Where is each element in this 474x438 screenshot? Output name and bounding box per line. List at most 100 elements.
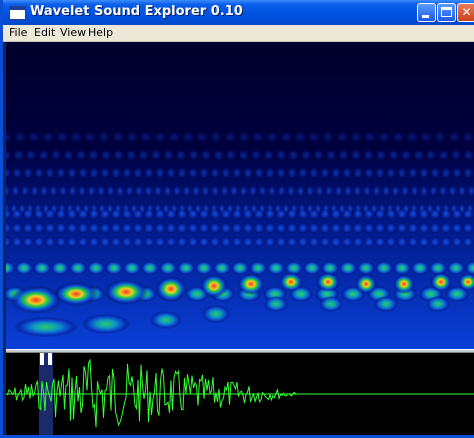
scalogram-blob bbox=[14, 317, 78, 337]
scalogram-blob bbox=[12, 167, 22, 179]
scalogram-blob bbox=[198, 222, 210, 234]
scalogram-blob bbox=[438, 185, 448, 197]
menu-view[interactable]: View bbox=[60, 26, 86, 39]
scalogram-blob bbox=[461, 131, 474, 143]
close-button[interactable]: ✕ bbox=[457, 3, 474, 22]
scalogram-blob bbox=[88, 222, 100, 234]
scalogram-blob bbox=[308, 208, 320, 220]
scalogram-blob bbox=[264, 208, 276, 220]
scalogram-blob bbox=[303, 261, 321, 275]
waveform-view[interactable] bbox=[6, 353, 474, 435]
scalogram-blob bbox=[242, 222, 254, 234]
scalogram-blob bbox=[297, 222, 309, 234]
scalogram-blob bbox=[132, 236, 144, 248]
scalogram-blob bbox=[419, 131, 433, 143]
scalogram-blob bbox=[13, 131, 27, 143]
scalogram-blob bbox=[176, 222, 188, 234]
scalogram-blob bbox=[68, 185, 77, 197]
scalogram-blob bbox=[45, 167, 55, 179]
scalogram-blob bbox=[123, 261, 141, 275]
scalogram-blob bbox=[143, 208, 155, 220]
scalogram-blob bbox=[25, 149, 37, 161]
selection-handle-right[interactable] bbox=[48, 353, 52, 365]
scalogram-blob bbox=[212, 149, 225, 161]
scalogram-blob bbox=[82, 314, 130, 334]
scalogram-blob bbox=[452, 167, 462, 179]
scalogram-blob bbox=[150, 311, 182, 329]
scalogram-blob bbox=[237, 149, 250, 161]
selection-handle-left[interactable] bbox=[40, 353, 44, 365]
scalogram-blob bbox=[41, 131, 55, 143]
scalogram-blob bbox=[330, 208, 342, 220]
scalogram-blob bbox=[177, 261, 195, 275]
scalogram-blob bbox=[242, 208, 254, 220]
scalogram-blob bbox=[220, 185, 229, 197]
scalogram-blob bbox=[377, 131, 391, 143]
scalogram-blob bbox=[286, 222, 298, 234]
scalogram-blob bbox=[153, 131, 167, 143]
scalogram-blob bbox=[225, 149, 237, 161]
scalogram-blob bbox=[243, 167, 253, 179]
scalogram-blob bbox=[15, 261, 33, 275]
scalogram-blob bbox=[187, 208, 199, 220]
scalogram-blob bbox=[51, 261, 69, 275]
scalogram-blob bbox=[451, 236, 463, 248]
scalogram-blob bbox=[155, 167, 165, 179]
scalogram-blob bbox=[162, 149, 175, 161]
scalogram-blob bbox=[419, 167, 429, 179]
scalogram-blob bbox=[213, 261, 231, 275]
scalogram-view[interactable] bbox=[6, 42, 474, 349]
scalogram-blob bbox=[293, 131, 307, 143]
menu-bar: File Edit View Help bbox=[3, 25, 474, 42]
scalogram-blob bbox=[437, 149, 450, 161]
menu-edit[interactable]: Edit bbox=[34, 26, 55, 39]
scalogram-blob bbox=[287, 149, 300, 161]
scalogram-blob bbox=[349, 131, 363, 143]
menu-file[interactable]: File bbox=[9, 26, 27, 39]
minimize-button[interactable] bbox=[417, 3, 436, 22]
scalogram-blob bbox=[39, 185, 49, 197]
scalogram-blob bbox=[20, 185, 30, 197]
scalogram-blob bbox=[286, 185, 296, 197]
scalogram-blob bbox=[374, 222, 386, 234]
scalogram-blob bbox=[451, 208, 463, 220]
scalogram-blob bbox=[141, 261, 159, 275]
scalogram-blob bbox=[412, 149, 425, 161]
scalogram-blob bbox=[87, 185, 96, 197]
scalogram-blob bbox=[319, 296, 343, 312]
app-icon[interactable] bbox=[9, 6, 26, 20]
scalogram-blob bbox=[153, 185, 163, 197]
scalogram-blob bbox=[33, 208, 45, 220]
scalogram-blob bbox=[400, 149, 412, 161]
scalogram-blob bbox=[258, 185, 267, 197]
scalogram-blob bbox=[363, 131, 377, 143]
scalogram-blob bbox=[111, 167, 121, 179]
scalogram-blob bbox=[448, 185, 457, 197]
scalogram-blob bbox=[462, 222, 474, 234]
scalogram-blob bbox=[450, 149, 462, 161]
scalogram-blob bbox=[433, 131, 447, 143]
scalogram-blob bbox=[355, 274, 377, 294]
menu-help[interactable]: Help bbox=[88, 26, 113, 39]
title-bar[interactable]: Wavelet Sound Explorer 0.10 ✕ bbox=[3, 0, 474, 25]
maximize-button[interactable] bbox=[437, 3, 456, 22]
scalogram-blob bbox=[362, 149, 375, 161]
scalogram-blob bbox=[133, 167, 143, 179]
scalogram-blob bbox=[177, 167, 187, 179]
scalogram-blob bbox=[110, 236, 122, 248]
scalogram-blob bbox=[237, 273, 265, 295]
scalogram-blob bbox=[350, 149, 362, 161]
scalogram-blob bbox=[187, 222, 199, 234]
scalogram-blob bbox=[220, 208, 232, 220]
scalogram-blob bbox=[400, 185, 410, 197]
scalogram-blob bbox=[242, 236, 254, 248]
scalogram-blob bbox=[330, 236, 342, 248]
scalogram-blob bbox=[375, 167, 385, 179]
scalogram-blob bbox=[191, 185, 201, 197]
scalogram-blob bbox=[385, 236, 397, 248]
scalogram-blob bbox=[175, 149, 187, 161]
scalogram-blob bbox=[440, 208, 452, 220]
scalogram-blob bbox=[99, 236, 111, 248]
scalogram-blob bbox=[166, 167, 176, 179]
scalogram-blob bbox=[363, 222, 375, 234]
